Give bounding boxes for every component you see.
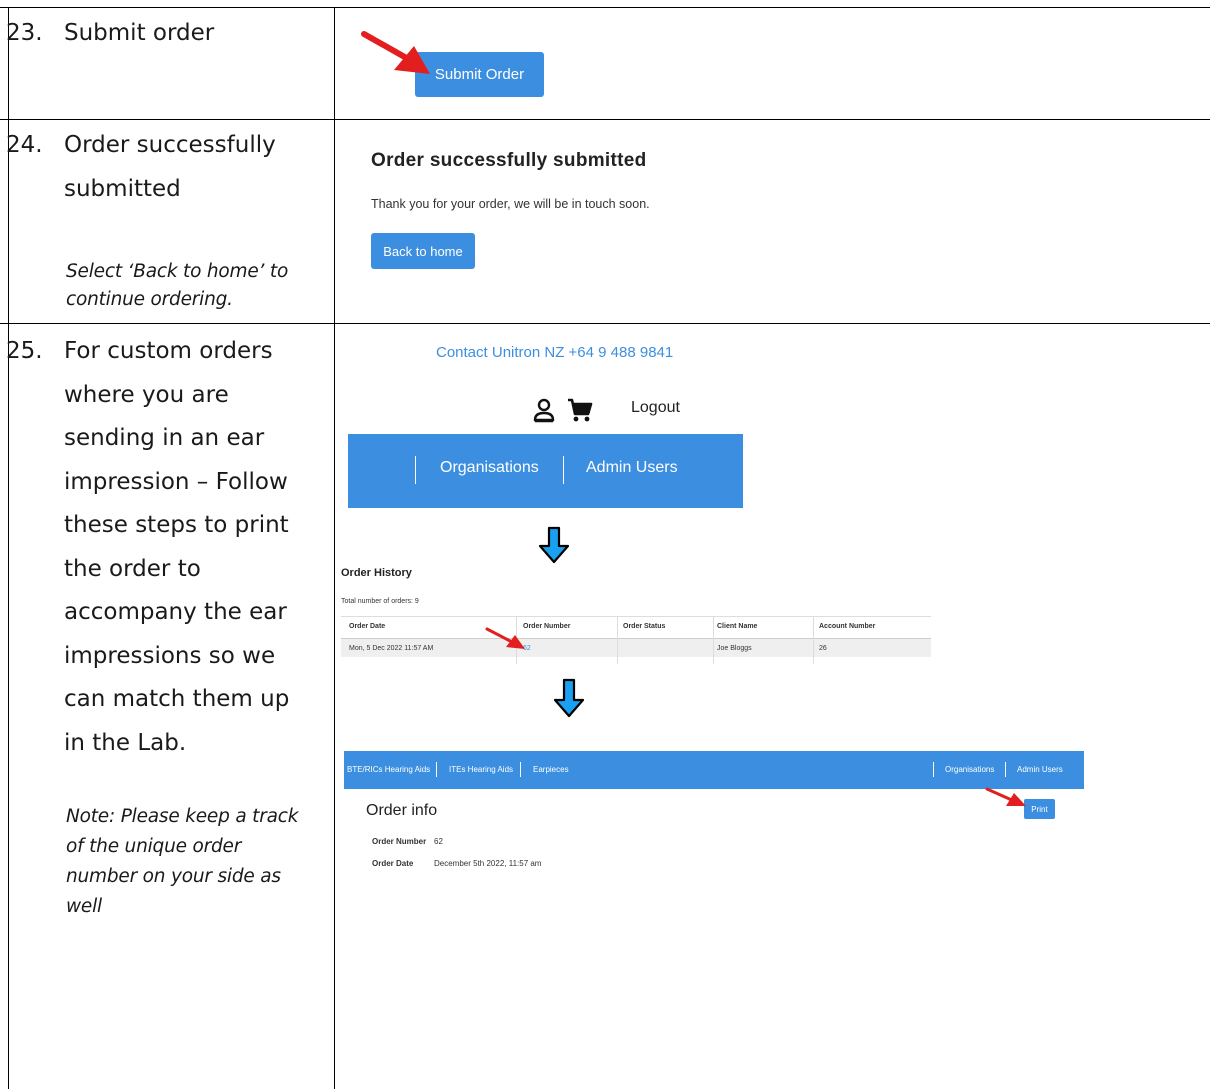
step-23: 23. Submit order [6,12,214,56]
cell-order-date: Mon, 5 Dec 2022 11:57 AM [349,645,434,652]
nav-separator [436,762,437,777]
success-title: Order successfully submitted [371,150,647,171]
column-divider [334,7,335,1089]
user-icon[interactable] [533,398,555,424]
order-number-label: Order Number [372,837,427,846]
order-info-title: Order info [366,802,438,819]
step-number: 24. [6,132,43,158]
order-date-label: Order Date [372,859,414,868]
col-account-number: Account Number [819,623,876,630]
nav-organisations[interactable]: Organisations [440,459,539,477]
success-message: Thank you for your order, we will be in … [371,197,650,211]
col-order-number: Order Number [523,623,571,630]
step-24: 24. Order successfully submitted [6,124,276,211]
nav-bte-rics[interactable]: BTE/RICs Hearing Aids [347,765,430,774]
col-order-status: Order Status [623,623,666,630]
nav-earpieces[interactable]: Earpieces [533,765,569,774]
nav-admin-users[interactable]: Admin Users [586,459,678,477]
step-text: Order successfully [64,132,276,158]
red-arrow-icon [485,627,525,649]
step-number: 23. [6,20,43,46]
step-25-note: Note: Please keep a track of the unique … [66,806,299,917]
col-client-name: Client Name [717,623,758,630]
row-divider [0,119,1210,120]
nav-separator [415,456,416,484]
nav-separator [1005,762,1006,777]
row-divider [0,323,1210,324]
logout-link[interactable]: Logout [631,399,680,417]
step-24-note: Select ‘Back to home’ to continue orderi… [66,261,289,310]
back-to-home-button[interactable]: Back to home [371,233,475,269]
step-text: Submit order [64,20,215,46]
order-date-value: December 5th 2022, 11:57 am [434,859,542,868]
order-history-title: Order History [341,567,412,579]
down-arrow-icon [553,678,585,718]
main-navbar: BTE/RICs Hearing Aids ITEs Hearing Aids … [344,751,1084,789]
step-number: 25. [6,338,43,364]
contact-link[interactable]: Contact Unitron NZ +64 9 488 9841 [436,344,673,361]
red-arrow-icon [361,31,430,74]
red-arrow-icon [985,787,1026,806]
order-number-value: 62 [434,837,443,846]
step-25: 25. For custom orders where you are sendi… [6,330,289,765]
order-history-total: Total number of orders: 9 [341,598,419,605]
cell-account-number: 26 [819,645,827,652]
col-order-date: Order Date [349,623,386,630]
nav-separator [933,762,934,777]
down-arrow-icon [538,526,570,564]
cart-icon[interactable] [567,398,593,424]
cell-client-name: Joe Bloggs [717,645,752,652]
table-top-border [0,7,1210,8]
nav-ites[interactable]: ITEs Hearing Aids [449,765,513,774]
admin-navbar: Organisations Admin Users [348,434,743,508]
nav-organisations[interactable]: Organisations [945,765,994,774]
nav-separator [563,456,564,484]
nav-separator [520,762,521,777]
order-history-table: Order Date Order Number Order Status Cli… [341,616,931,664]
nav-admin-users[interactable]: Admin Users [1017,765,1063,774]
step-text: submitted [64,175,181,202]
